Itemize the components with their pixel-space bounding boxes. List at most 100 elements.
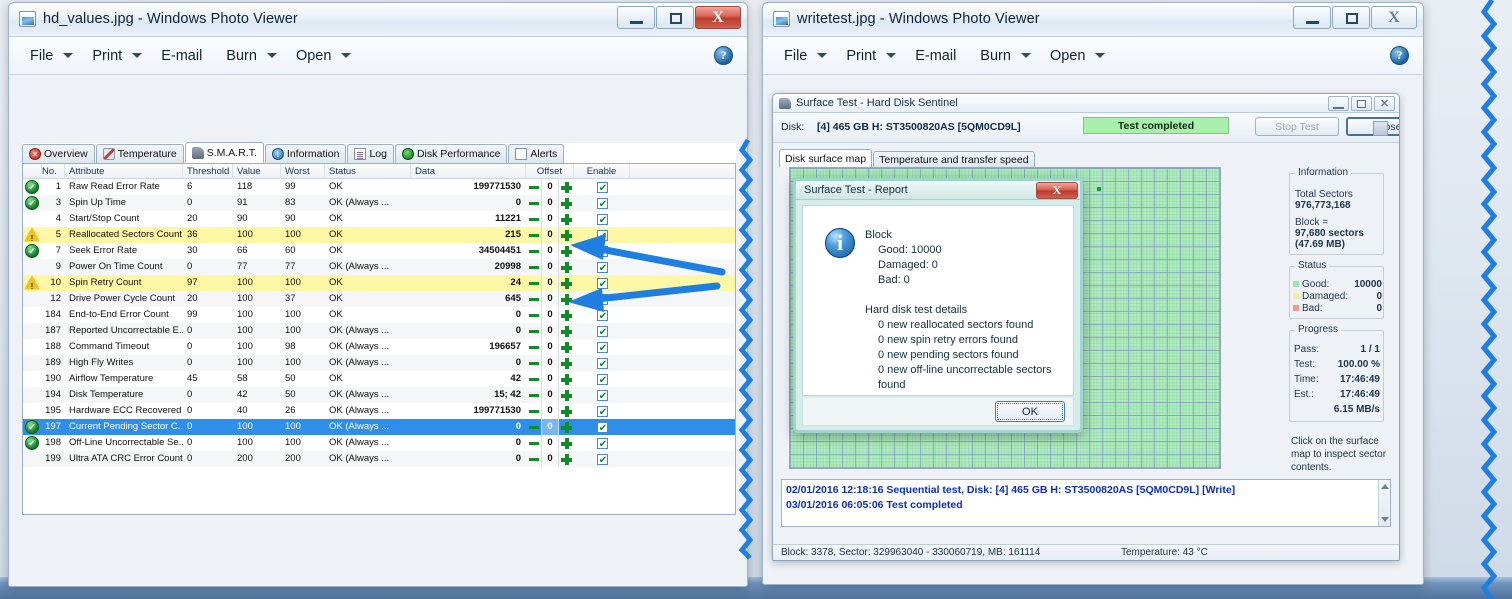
enable-checkbox-cell[interactable] bbox=[574, 291, 630, 307]
report-dialog-close-button[interactable]: X bbox=[1036, 182, 1078, 199]
offset-decrement-button[interactable] bbox=[526, 291, 541, 307]
enable-checkbox-cell[interactable] bbox=[574, 195, 630, 211]
minimize-button[interactable] bbox=[1293, 6, 1331, 29]
checkbox-checked-icon[interactable] bbox=[596, 309, 609, 323]
checkbox-checked-icon[interactable] bbox=[596, 293, 609, 307]
offset-increment-button[interactable] bbox=[559, 339, 574, 355]
close-button[interactable]: ✕ bbox=[1374, 96, 1395, 111]
stop-test-button[interactable]: Stop Test bbox=[1255, 117, 1339, 136]
offset-increment-button[interactable] bbox=[559, 275, 574, 291]
tab-temperature-transfer-speed[interactable]: Temperature and transfer speed bbox=[873, 151, 1035, 167]
minimize-button[interactable] bbox=[617, 6, 655, 29]
menu-email[interactable]: E-mail bbox=[156, 45, 207, 67]
offset-decrement-button[interactable] bbox=[526, 355, 541, 371]
chevron-down-icon[interactable] bbox=[266, 53, 277, 58]
smart-attributes-panel[interactable]: Overview Temperature S.M.A.R.T. Information… bbox=[22, 142, 736, 515]
chevron-down-icon[interactable] bbox=[132, 53, 143, 58]
enable-checkbox-cell[interactable] bbox=[574, 275, 630, 291]
checkbox-checked-icon[interactable] bbox=[596, 453, 609, 467]
scroll-down-icon[interactable] bbox=[1381, 517, 1389, 522]
help-icon[interactable]: ? bbox=[1390, 46, 1409, 65]
chevron-down-icon[interactable] bbox=[63, 53, 74, 58]
smart-attribute-row[interactable]: 5 Reallocated Sectors Count 36 100 100 OK 215 0 bbox=[23, 227, 735, 243]
tab-disk-surface-map[interactable]: Disk surface map bbox=[779, 149, 873, 167]
smart-grid[interactable]: No. Attribute Threshold Value Worst Status Dat… bbox=[22, 164, 736, 515]
enable-checkbox-cell[interactable] bbox=[574, 323, 630, 339]
checkbox-checked-icon[interactable] bbox=[596, 181, 609, 195]
offset-decrement-button[interactable] bbox=[526, 403, 541, 419]
smart-attribute-row[interactable]: 189 High Fly Writes 0 100 100 OK (Always ... 0… bbox=[23, 355, 735, 371]
enable-checkbox-cell[interactable] bbox=[574, 243, 630, 259]
offset-increment-button[interactable] bbox=[559, 259, 574, 275]
surface-test-title-bar[interactable]: Surface Test - Hard Disk Sentinel ✕ bbox=[773, 94, 1399, 113]
close-button[interactable]: X bbox=[1371, 6, 1417, 29]
smart-attribute-row[interactable]: 190 Airflow Temperature 45 58 50 OK 42 0 bbox=[23, 371, 735, 387]
enable-checkbox-cell[interactable] bbox=[574, 211, 630, 227]
photo-viewer-toolbar[interactable]: File Print E-mail Burn Open ? bbox=[763, 37, 1423, 75]
ok-button[interactable]: OK bbox=[995, 401, 1065, 422]
surface-test-report-dialog[interactable]: Surface Test - Report X Block Good: 1000… bbox=[793, 178, 1083, 433]
offset-decrement-button[interactable] bbox=[526, 323, 541, 339]
offset-decrement-button[interactable] bbox=[526, 387, 541, 403]
smart-attribute-row[interactable]: 3 Spin Up Time 0 91 83 OK (Always ... 0 0 bbox=[23, 195, 735, 211]
menu-file[interactable]: File bbox=[25, 45, 74, 67]
smart-attribute-row[interactable]: 198 Off-Line Uncorrectable Se... 0 100 100 OK… bbox=[23, 435, 735, 451]
column-header-data[interactable]: Data bbox=[411, 164, 526, 179]
scroll-up-icon[interactable] bbox=[1381, 484, 1389, 489]
surface-test-tabs[interactable]: Disk surface map Temperature and transfe… bbox=[779, 149, 1036, 167]
window-controls[interactable]: X bbox=[617, 6, 741, 29]
menu-open[interactable]: Open bbox=[291, 45, 352, 67]
offset-decrement-button[interactable] bbox=[526, 195, 541, 211]
enable-checkbox-cell[interactable] bbox=[574, 339, 630, 355]
offset-increment-button[interactable] bbox=[559, 371, 574, 387]
smart-attribute-row[interactable]: 197 Current Pending Sector C... 0 100 100 OK … bbox=[23, 419, 735, 435]
menu-email[interactable]: E-mail bbox=[910, 45, 961, 67]
hds-tab-strip[interactable]: Overview Temperature S.M.A.R.T. Information… bbox=[22, 142, 736, 164]
checkbox-checked-icon[interactable] bbox=[596, 373, 609, 387]
enable-checkbox-cell[interactable] bbox=[574, 307, 630, 323]
close-button[interactable]: X bbox=[695, 6, 741, 29]
test-log-box[interactable]: 02/01/2016 12:18:16 Sequential test, Dis… bbox=[781, 479, 1391, 527]
title-bar[interactable]: hd_values.jpg - Windows Photo Viewer X bbox=[9, 3, 747, 37]
hds-tab-information[interactable]: Information bbox=[264, 144, 347, 163]
enable-checkbox-cell[interactable] bbox=[574, 403, 630, 419]
smart-attribute-row[interactable]: 194 Disk Temperature 0 42 50 OK (Always ... 15… bbox=[23, 387, 735, 403]
offset-decrement-button[interactable] bbox=[526, 275, 541, 291]
offset-increment-button[interactable] bbox=[559, 243, 574, 259]
checkbox-checked-icon[interactable] bbox=[596, 213, 609, 227]
smart-attribute-row[interactable]: 9 Power On Time Count 0 77 77 OK (Always ... 2… bbox=[23, 259, 735, 275]
offset-decrement-button[interactable] bbox=[526, 339, 541, 355]
enable-checkbox-cell[interactable] bbox=[574, 435, 630, 451]
photo-viewer-toolbar[interactable]: File Print E-mail Burn Open ? bbox=[9, 37, 747, 75]
hds-tab-alerts[interactable]: Alerts bbox=[508, 144, 565, 163]
maximize-button[interactable] bbox=[1351, 96, 1372, 111]
smart-grid-body[interactable]: 1Raw Read Error Rate611899OK19977153003S… bbox=[23, 179, 735, 467]
offset-decrement-button[interactable] bbox=[526, 227, 541, 243]
hds-tab-overview[interactable]: Overview bbox=[22, 144, 95, 163]
log-scrollbar[interactable] bbox=[1378, 480, 1390, 526]
offset-increment-button[interactable] bbox=[559, 451, 574, 467]
menu-open[interactable]: Open bbox=[1045, 45, 1106, 67]
menu-file[interactable]: File bbox=[779, 45, 828, 67]
offset-increment-button[interactable] bbox=[559, 211, 574, 227]
checkbox-checked-icon[interactable] bbox=[596, 389, 609, 403]
chevron-down-icon[interactable] bbox=[886, 53, 897, 58]
menu-burn[interactable]: Burn bbox=[221, 45, 277, 67]
menu-print[interactable]: Print bbox=[841, 45, 897, 67]
hds-tab-log[interactable]: Log bbox=[347, 144, 394, 163]
checkbox-checked-icon[interactable] bbox=[596, 405, 609, 419]
enable-checkbox-cell[interactable] bbox=[574, 227, 630, 243]
checkbox-checked-icon[interactable] bbox=[596, 421, 609, 435]
checkbox-checked-icon[interactable] bbox=[596, 277, 609, 291]
offset-decrement-button[interactable] bbox=[526, 211, 541, 227]
smart-attribute-row[interactable]: 12 Drive Power Cycle Count 20 100 37 OK 645 0 bbox=[23, 291, 735, 307]
maximize-button[interactable] bbox=[656, 6, 694, 29]
column-header-worst[interactable]: Worst bbox=[281, 164, 325, 179]
report-dialog-title-bar[interactable]: Surface Test - Report X bbox=[796, 181, 1080, 200]
offset-decrement-button[interactable] bbox=[526, 243, 541, 259]
chevron-down-icon[interactable] bbox=[341, 53, 352, 58]
enable-checkbox-cell[interactable] bbox=[574, 259, 630, 275]
offset-increment-button[interactable] bbox=[559, 291, 574, 307]
column-header-threshold[interactable]: Threshold bbox=[183, 164, 233, 179]
offset-decrement-button[interactable] bbox=[526, 435, 541, 451]
